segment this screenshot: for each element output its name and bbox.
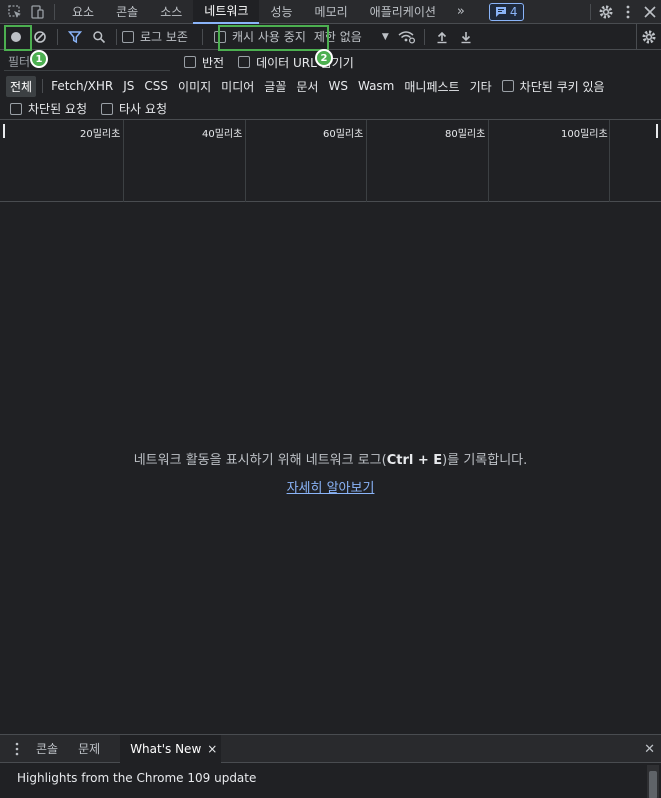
preserve-log-box[interactable]	[122, 30, 134, 43]
close-tab-icon[interactable]: ×	[207, 742, 217, 756]
more-tabs-button[interactable]: »	[447, 4, 475, 19]
timeline-tick-label: 80밀리초	[445, 129, 486, 140]
chevron-down-icon: ▼	[381, 31, 389, 42]
timeline-handle-right[interactable]	[656, 124, 658, 138]
message-icon	[495, 6, 506, 17]
blocked-cookies-label: 차단된 쿠키 있음	[519, 79, 605, 94]
blocked-cookies-box[interactable]	[501, 80, 514, 92]
third-party-label: 타사 요청	[119, 102, 167, 116]
issues-count: 4	[509, 4, 518, 19]
clear-icon	[34, 30, 46, 43]
tab-network[interactable]: 네트워크	[193, 0, 260, 24]
hide-data-urls-label: 데이터 URL 숨기기	[256, 55, 354, 70]
type-img[interactable]: 이미지	[174, 76, 215, 97]
preserve-log-label: 로그 보존	[140, 30, 188, 44]
filter-input[interactable]: 필터	[4, 53, 170, 71]
blocked-requests-checkbox[interactable]: 차단된 요청	[10, 100, 87, 117]
drawer-tab-whats-new[interactable]: What's New ×	[120, 734, 222, 763]
more-options-icon[interactable]	[617, 0, 639, 24]
close-devtools-icon[interactable]	[639, 0, 661, 24]
whats-new-label: What's New	[130, 741, 202, 756]
type-wasm[interactable]: Wasm	[354, 77, 398, 95]
timeline-tick-label: 60밀리초	[323, 129, 364, 140]
download-icon	[461, 31, 471, 43]
disable-cache-highlight-box	[218, 25, 329, 51]
callout-2: 2	[315, 49, 333, 67]
record-highlight-box	[4, 25, 32, 51]
network-conditions-button[interactable]	[395, 24, 419, 50]
hide-data-urls-box[interactable]	[238, 56, 251, 68]
resource-type-bar: 전체 Fetch/XHR JS CSS 이미지 미디어 글꼴 문서 WS Was…	[0, 74, 661, 98]
shortcut-keys: Ctrl + E	[386, 453, 443, 468]
invert-label: 반전	[202, 55, 225, 70]
upload-icon	[437, 31, 447, 43]
device-toolbar-icon[interactable]	[26, 0, 48, 24]
whats-new-body: Highlights from the Chrome 109 update	[17, 771, 257, 785]
devtools-tabbar: 요소 콘솔 소스 네트워크 성능 메모리 애플리케이션 » 4	[0, 0, 661, 24]
export-har-button[interactable]	[454, 24, 478, 50]
tab-performance[interactable]: 성능	[259, 0, 303, 24]
settings-gear-icon[interactable]	[595, 0, 617, 24]
timeline-overview[interactable]: 20밀리초 40밀리초 60밀리초 80밀리초 100밀리초	[0, 120, 661, 202]
type-fetch-xhr[interactable]: Fetch/XHR	[47, 77, 117, 95]
blocked-filter-bar: 차단된 요청 타사 요청	[0, 98, 661, 120]
preserve-log-checkbox[interactable]: 로그 보존	[122, 28, 188, 45]
callout-1: 1	[30, 50, 48, 68]
empty-message: 네트워크 활동을 표시하기 위해 네트워크 로그(Ctrl + E)를 기록합니…	[133, 453, 528, 468]
tab-elements[interactable]: 요소	[61, 0, 105, 24]
tab-console[interactable]: 콘솔	[105, 0, 149, 24]
invert-box[interactable]	[184, 56, 196, 68]
tab-sources[interactable]: 소스	[149, 0, 193, 24]
close-drawer-icon[interactable]: ✕	[644, 735, 655, 763]
gear-icon	[642, 30, 656, 44]
third-party-checkbox[interactable]: 타사 요청	[101, 100, 167, 117]
network-empty-state: 네트워크 활동을 표시하기 위해 네트워크 로그(Ctrl + E)를 기록합니…	[0, 206, 661, 734]
search-button[interactable]	[87, 24, 111, 50]
wifi-settings-icon	[398, 30, 415, 44]
bottom-drawer: 콘솔 문제 What's New × ✕ Highlights from the…	[0, 734, 661, 798]
drawer-tab-issues[interactable]: 문제	[68, 735, 110, 763]
filter-toggle-button[interactable]	[63, 24, 87, 50]
type-font[interactable]: 글꼴	[260, 76, 290, 97]
drawer-menu-icon[interactable]	[8, 735, 26, 763]
type-other[interactable]: 기타	[466, 76, 496, 97]
inspect-element-icon[interactable]	[4, 0, 26, 24]
timeline-tick-label: 20밀리초	[80, 129, 121, 140]
issues-badge[interactable]: 4	[488, 2, 524, 21]
type-js[interactable]: JS	[119, 77, 138, 95]
type-manifest[interactable]: 매니페스트	[400, 76, 463, 97]
network-toolbar: 로그 보존 캐시 사용 중지 제한 없음 ▼	[0, 24, 661, 50]
invert-checkbox[interactable]: 반전	[184, 54, 224, 71]
tab-application[interactable]: 애플리케이션	[359, 0, 447, 24]
search-icon	[93, 30, 106, 43]
type-doc[interactable]: 문서	[292, 76, 322, 97]
timeline-tick-label: 100밀리초	[561, 129, 608, 140]
third-party-box[interactable]	[101, 102, 114, 115]
network-settings-button[interactable]	[637, 24, 661, 50]
blocked-requests-label: 차단된 요청	[28, 102, 88, 116]
drawer-tab-console[interactable]: 콘솔	[26, 735, 68, 763]
blocked-requests-box[interactable]	[10, 102, 22, 115]
type-ws[interactable]: WS	[324, 77, 351, 95]
type-css[interactable]: CSS	[140, 77, 172, 95]
type-all[interactable]: 전체	[6, 75, 37, 97]
drawer-tabbar: 콘솔 문제 What's New × ✕	[0, 734, 661, 763]
learn-more-link[interactable]: 자세히 알아보기	[287, 481, 375, 496]
type-media[interactable]: 미디어	[217, 76, 258, 97]
timeline-tick-label: 40밀리초	[202, 129, 243, 140]
blocked-cookies-checkbox[interactable]: 차단된 쿠키 있음	[501, 78, 605, 95]
hide-data-urls-checkbox[interactable]: 데이터 URL 숨기기	[238, 54, 354, 71]
drawer-scrollbar[interactable]	[647, 765, 659, 798]
tab-memory[interactable]: 메모리	[304, 0, 359, 24]
import-har-button[interactable]	[430, 24, 454, 50]
filter-icon	[68, 30, 82, 43]
